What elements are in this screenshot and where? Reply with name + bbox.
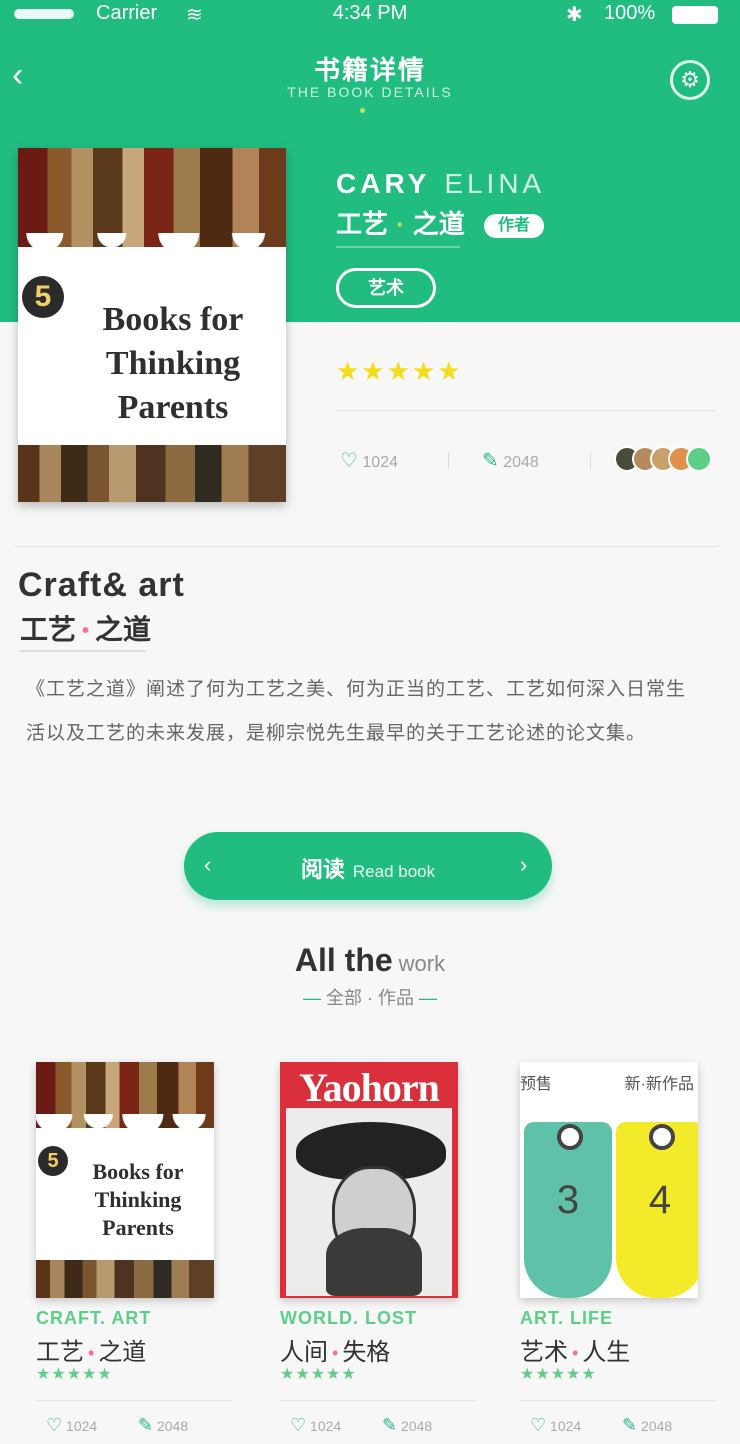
comment-icon: ✎ (138, 1415, 154, 1435)
work-title-zh: 艺术 • 人生 (520, 1339, 631, 1366)
work-rating: ★★★★★ (36, 1366, 113, 1383)
section-divider (14, 546, 718, 547)
comment-stat[interactable]: ✎ 2048 (622, 1415, 672, 1436)
book-title-en: Craft& art (18, 566, 185, 604)
like-icon: ♡ (530, 1415, 547, 1435)
like-stat[interactable]: ♡ 1024 (290, 1415, 341, 1436)
page-subtitle: THE BOOK DETAILS (287, 84, 453, 100)
stat-separator (448, 452, 449, 470)
battery-icon (672, 6, 718, 24)
reader-avatars[interactable] (614, 444, 714, 474)
work-cover[interactable]: 5 Books for Thinking Parents (36, 1062, 214, 1298)
book-cover[interactable]: 5 Books for Thinking Parents (18, 148, 286, 502)
work-title-en: CRAFT. ART (36, 1308, 152, 1328)
cover-title: Books for Thinking Parents (92, 1159, 184, 1240)
section-title: All the work (294, 942, 446, 978)
comment-stat[interactable]: ✎ 2048 (138, 1415, 188, 1436)
work-rating: ★★★★★ (520, 1366, 597, 1383)
cover-masthead: Yaohorn (299, 1065, 440, 1110)
battery-percent: 100% (604, 2, 656, 24)
work-rating: ★★★★★ (280, 1366, 357, 1383)
author-underline (336, 246, 460, 248)
category-tag[interactable]: 艺术 (336, 268, 436, 308)
author-name-en: CARY ELINA (336, 168, 546, 199)
work-card[interactable]: Yaohorn WORLD. LOST 人间 • 失格 ★★★★★ ♡ 1024 ✎… (262, 1062, 482, 1444)
like-icon: ♡ (340, 450, 358, 472)
work-stats: ♡ 1024 ✎ 2048 (280, 1400, 476, 1444)
book-description: 《工艺之道》阐述了何为工艺之美、何为正当的工艺、工艺如何深入日常生活以及工艺的未… (26, 679, 687, 744)
chevron-right-icon: › (520, 852, 528, 877)
comment-icon: ✎ (382, 1415, 398, 1435)
author-name-zh: 工艺 · 之道 作者 (336, 204, 544, 241)
tag-illustration: 3 (524, 1122, 612, 1298)
beard-shape (326, 1228, 422, 1296)
read-book-button[interactable]: ‹ 阅读 Read book › (184, 832, 552, 900)
cover-shelf-bottom (18, 445, 286, 502)
avatar (686, 446, 712, 472)
comment-icon: ✎ (482, 450, 499, 472)
work-card[interactable]: 预售 新·新作品 3 4 ART. LIFE 艺术 • 人生 ★★★★★ ♡ 1024… (502, 1062, 722, 1444)
book-title-zh: 工艺 • 之道 (20, 614, 152, 645)
rating-divider (336, 410, 716, 411)
cover-shelf-top (36, 1062, 214, 1143)
bluetooth-icon: ✱ (566, 4, 583, 26)
work-title-en: WORLD. LOST (280, 1308, 417, 1328)
stat-separator (590, 452, 591, 470)
cover-number: 5 (38, 1146, 68, 1176)
work-cover[interactable]: Yaohorn (280, 1062, 458, 1298)
comment-stat[interactable]: ✎ 2048 (482, 448, 539, 473)
settings-icon[interactable]: ⚙ (670, 60, 710, 100)
status-bar: Carrier ≋ 4:34 PM ✱ 100% (0, 0, 740, 30)
cover-number: 5 (22, 276, 64, 318)
comment-stat[interactable]: ✎ 2048 (382, 1415, 432, 1436)
book-stats: ♡ 1024 ✎ 2048 (336, 444, 716, 476)
comment-icon: ✎ (622, 1415, 638, 1435)
read-button-label: 阅读 Read book (300, 857, 436, 882)
like-stat[interactable]: ♡ 1024 (530, 1415, 581, 1436)
like-icon: ♡ (46, 1415, 63, 1435)
work-title-en: ART. LIFE (520, 1308, 613, 1328)
work-title-zh: 人间 • 失格 (280, 1339, 391, 1366)
like-stat[interactable]: ♡ 1024 (46, 1415, 97, 1436)
portrait-illustration (286, 1108, 452, 1296)
work-card[interactable]: 5 Books for Thinking Parents CRAFT. ART … (18, 1062, 238, 1444)
page-title: 书籍详情 (313, 55, 426, 85)
cover-shelf-bottom (36, 1260, 214, 1298)
navigation-bar: ‹ 书籍详情 THE BOOK DETAILS ⚙ (0, 40, 740, 120)
book-title-underline (20, 650, 146, 652)
work-stats: ♡ 1024 ✎ 2048 (520, 1400, 716, 1444)
title-dot (360, 108, 365, 113)
like-stat[interactable]: ♡ 1024 (340, 448, 398, 473)
section-subtitle: — 全部 · 作品 — (302, 988, 438, 1008)
tag-hole (557, 1124, 584, 1150)
work-stats: ♡ 1024 ✎ 2048 (36, 1400, 232, 1444)
author-badge: 作者 (483, 214, 544, 239)
like-icon: ♡ (290, 1415, 307, 1435)
cover-title: Books for Thinking Parents (102, 301, 244, 426)
tag-illustration: 4 (616, 1122, 698, 1298)
rating-stars: ★★★★★ (336, 356, 463, 386)
work-title-zh: 工艺 • 之道 (36, 1339, 147, 1366)
work-cover[interactable]: 预售 新·新作品 3 4 (520, 1062, 698, 1298)
tag-hole (649, 1124, 676, 1150)
cover-shelf-top (18, 148, 286, 262)
